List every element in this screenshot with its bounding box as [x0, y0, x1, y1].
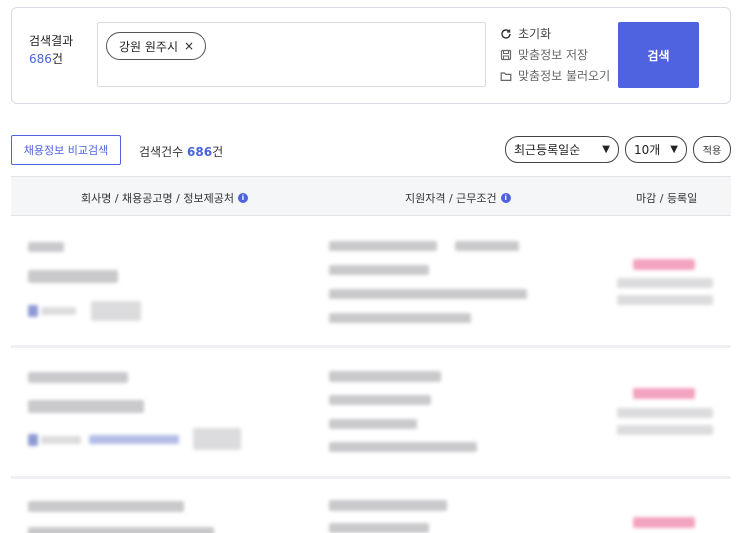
- reset-label: 초기화: [518, 27, 552, 41]
- keyword-chip: 강원 원주시 ×: [106, 32, 207, 60]
- search-side-actions: 초기화 맞춤정보 저장 맞춤정보 불러오기: [500, 23, 610, 86]
- table-row[interactable]: [11, 217, 731, 347]
- chip-remove-icon[interactable]: ×: [184, 39, 194, 53]
- qualification-line-blurred: [329, 500, 447, 511]
- info-icon[interactable]: i: [237, 193, 248, 203]
- deadline-blurred: [633, 517, 695, 528]
- qualification-line-blurred: [455, 241, 519, 251]
- result-count-unit: 건: [51, 52, 63, 66]
- keyword-area[interactable]: 강원 원주시 ×: [97, 22, 486, 87]
- chevron-down-icon: ▼: [602, 144, 610, 155]
- qualification-line-blurred: [329, 523, 429, 533]
- apply-button[interactable]: 적용: [693, 136, 731, 163]
- qualification-line-blurred: [329, 241, 437, 251]
- qualification-line-blurred: [329, 289, 527, 299]
- provider-logo-blurred: [28, 305, 38, 317]
- save-icon: [500, 49, 512, 60]
- result-label: 검색결과: [29, 34, 74, 48]
- header-qualification-label: 지원자격 / 근무조건: [405, 192, 497, 205]
- qualification-line-blurred: [329, 442, 477, 452]
- save-preset-label: 맞춤정보 저장: [518, 48, 589, 62]
- table-row[interactable]: [11, 479, 731, 533]
- qualification-line-blurred: [329, 313, 471, 323]
- compare-search-button[interactable]: 채용정보 비교검색: [11, 135, 121, 165]
- job-title-blurred: [28, 527, 214, 533]
- search-count: 검색건수 686건: [139, 143, 223, 160]
- chevron-down-icon: ▼: [670, 144, 678, 155]
- company-name-blurred: [28, 372, 128, 383]
- header-deadline: 마감 / 등록일: [636, 190, 697, 206]
- search-count-unit: 건: [212, 145, 224, 159]
- search-count-label: 검색건수: [139, 145, 184, 159]
- header-company: 회사명 / 채용공고명 / 정보제공처 i: [81, 190, 248, 206]
- deadline-blurred: [633, 259, 695, 270]
- refresh-icon: [501, 28, 511, 39]
- header-qualification: 지원자격 / 근무조건 i: [405, 190, 511, 206]
- job-title-blurred: [28, 400, 144, 413]
- sort-select-value: 최근등록일순: [514, 143, 581, 157]
- provider-link-blurred: [89, 435, 179, 444]
- register-date-blurred: [617, 295, 713, 305]
- sort-select[interactable]: 최근등록일순 ▼: [505, 136, 619, 163]
- job-title-blurred: [28, 270, 118, 283]
- provider-name-blurred: [41, 436, 81, 444]
- result-count: 686건: [29, 50, 63, 67]
- header-company-label: 회사명 / 채용공고명 / 정보제공처: [81, 192, 234, 205]
- register-date-blurred: [617, 278, 713, 288]
- folder-icon: [500, 71, 512, 81]
- provider-badge-blurred: [91, 301, 141, 321]
- header-deadline-label: 마감 / 등록일: [636, 192, 698, 205]
- search-button[interactable]: 검색: [618, 22, 699, 88]
- provider-logo-blurred: [28, 434, 38, 446]
- qualification-line-blurred: [329, 371, 441, 382]
- info-icon[interactable]: i: [500, 193, 511, 203]
- table-header: 회사명 / 채용공고명 / 정보제공처 i 지원자격 / 근무조건 i 마감 /…: [11, 176, 731, 216]
- result-count-number: 686: [29, 52, 52, 66]
- save-preset-button[interactable]: 맞춤정보 저장: [500, 44, 610, 65]
- provider-name-blurred: [41, 307, 76, 315]
- qualification-line-blurred: [329, 265, 429, 275]
- provider-badge-blurred: [193, 428, 241, 450]
- qualification-line-blurred: [329, 395, 431, 405]
- load-preset-button[interactable]: 맞춤정보 불러오기: [500, 65, 610, 86]
- load-preset-label: 맞춤정보 불러오기: [518, 69, 611, 83]
- company-name-blurred: [28, 501, 184, 512]
- page-size-select[interactable]: 10개 ▼: [625, 136, 687, 163]
- register-date-blurred: [617, 425, 713, 435]
- deadline-blurred: [633, 388, 695, 399]
- keyword-chip-label: 강원 원주시: [119, 39, 179, 54]
- qualification-line-blurred: [329, 419, 417, 429]
- page-size-value: 10개: [634, 143, 661, 157]
- company-name-blurred: [28, 242, 64, 252]
- register-date-blurred: [617, 408, 713, 418]
- table-row[interactable]: [11, 348, 731, 478]
- search-count-number: 686: [187, 145, 213, 159]
- reset-button[interactable]: 초기화: [500, 23, 610, 44]
